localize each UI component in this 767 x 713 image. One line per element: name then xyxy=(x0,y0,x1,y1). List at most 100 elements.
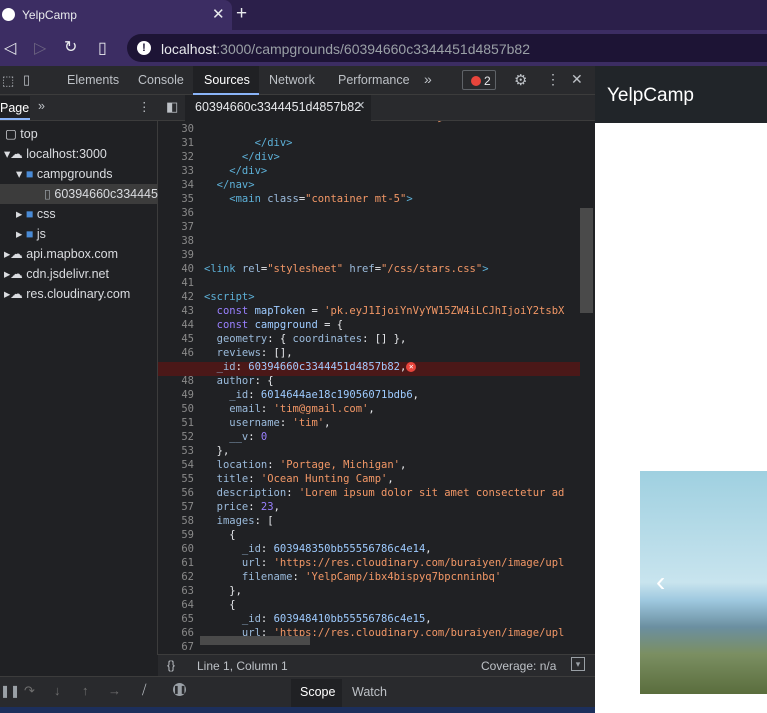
settings-gear-icon[interactable]: ⚙ xyxy=(514,71,527,89)
more-options-icon[interactable]: ⋮ xyxy=(546,71,560,88)
bookmark-icon[interactable]: ▯ xyxy=(98,38,107,58)
line-number[interactable]: 42 xyxy=(181,291,194,303)
tab-scope[interactable]: Scope xyxy=(291,679,342,707)
browser-tab-title: YelpCamp xyxy=(22,8,77,22)
close-devtools-icon[interactable]: ✕ xyxy=(571,71,583,88)
vertical-scrollbar[interactable] xyxy=(580,208,593,313)
line-number[interactable]: 61 xyxy=(181,557,194,569)
site-info-icon[interactable]: ! xyxy=(137,41,151,55)
new-tab-button[interactable]: + xyxy=(236,3,247,25)
line-number[interactable]: 50 xyxy=(181,403,194,415)
tab-scope-label: Scope xyxy=(300,685,336,699)
line-number[interactable]: 43 xyxy=(181,305,194,317)
tree-item-top[interactable]: ▢ top xyxy=(5,126,38,141)
file-icon: ▯ xyxy=(44,187,51,201)
pause-on-exceptions-icon[interactable]: ❚❚ xyxy=(173,683,186,696)
address-bar[interactable]: ! localhost:3000/campgrounds/60394660c33… xyxy=(127,34,767,62)
deactivate-breakpoints-icon[interactable]: ⧸ xyxy=(142,682,146,698)
error-marker-icon[interactable]: ✕ xyxy=(406,362,417,372)
line-number[interactable]: 48 xyxy=(181,375,194,387)
tree-item-cloudinary[interactable]: ▸☁ res.cloudinary.com xyxy=(4,286,130,301)
horizontal-scrollbar[interactable] xyxy=(200,636,310,645)
inspect-icon[interactable]: ⬚ xyxy=(2,73,14,89)
error-count-badge[interactable]: 2 xyxy=(462,70,496,90)
pretty-print-icon[interactable]: {} xyxy=(167,658,175,672)
tree-item-campgrounds[interactable]: ▾ ■ campgrounds xyxy=(16,166,113,181)
line-number[interactable]: 49 xyxy=(181,389,194,401)
line-number[interactable]: 40 xyxy=(181,263,194,275)
globe-icon xyxy=(2,8,15,21)
line-number[interactable]: 45 xyxy=(181,333,194,345)
forward-icon[interactable]: ▷ xyxy=(34,38,46,58)
line-number[interactable]: 54 xyxy=(181,459,194,471)
line-number[interactable]: 37 xyxy=(181,221,194,233)
tree-item-js[interactable]: ▸ ■ js xyxy=(16,226,46,241)
tree-item-jsdelivr[interactable]: ▸☁ cdn.jsdelivr.net xyxy=(4,266,109,281)
line-number[interactable]: 53 xyxy=(181,445,194,457)
line-number[interactable]: 59 xyxy=(181,529,194,541)
line-number[interactable]: 38 xyxy=(181,235,194,247)
line-number[interactable]: 35 xyxy=(181,193,194,205)
tree-item-host[interactable]: ▾☁ localhost:3000 xyxy=(4,146,107,161)
line-number[interactable]: 63 xyxy=(181,585,194,597)
tab-network[interactable]: Network xyxy=(269,73,315,87)
line-number[interactable]: 33 xyxy=(181,165,194,177)
pause-icon[interactable]: ❚❚ xyxy=(0,684,20,698)
browser-tab[interactable]: YelpCamp ✕ xyxy=(0,0,232,30)
more-panels-icon[interactable]: » xyxy=(38,99,45,113)
tab-console[interactable]: Console xyxy=(138,73,184,87)
tab-sources[interactable]: Sources xyxy=(204,73,250,87)
step-out-icon[interactable]: ↑ xyxy=(82,683,89,698)
step-icon[interactable]: → xyxy=(108,683,121,698)
error-icon xyxy=(471,76,481,86)
carousel-prev-icon[interactable]: ‹ xyxy=(656,566,665,598)
code-editor[interactable]: "> </div> </div> </div> </nav> <main cla… xyxy=(202,121,595,649)
close-editor-tab-icon[interactable]: ✕ xyxy=(356,99,365,112)
reload-icon[interactable]: ↻ xyxy=(64,37,77,57)
tab-performance[interactable]: Performance xyxy=(338,73,410,87)
toggle-navigator-icon[interactable]: ◧ xyxy=(166,99,178,115)
step-over-icon[interactable]: ↷ xyxy=(24,683,35,699)
back-icon[interactable]: ◁ xyxy=(4,38,16,58)
site-brand[interactable]: YelpCamp xyxy=(607,85,694,107)
line-number[interactable]: 39 xyxy=(181,249,194,261)
line-number[interactable]: 34 xyxy=(181,179,194,191)
tree-item-mapbox[interactable]: ▸☁ api.mapbox.com xyxy=(4,246,118,261)
editor-tab[interactable]: 60394660c3344451d4857b82 ✕ xyxy=(185,95,371,121)
line-number[interactable]: 56 xyxy=(181,487,194,499)
line-number[interactable]: 62 xyxy=(181,571,194,583)
cloud-icon: ☁ xyxy=(10,267,23,281)
line-number[interactable]: 46 xyxy=(181,347,194,359)
cloud-icon: ☁ xyxy=(10,287,23,301)
line-number[interactable]: 41 xyxy=(181,277,194,289)
tab-elements[interactable]: Elements xyxy=(67,73,119,87)
tab-page[interactable]: Page xyxy=(0,96,30,120)
line-number[interactable]: 32 xyxy=(181,151,194,163)
line-number[interactable]: 60 xyxy=(181,543,194,555)
line-number[interactable]: 64 xyxy=(181,599,194,611)
tab-watch[interactable]: Watch xyxy=(352,685,387,699)
address-url: localhost:3000/campgrounds/60394660c3344… xyxy=(161,41,530,57)
line-number[interactable]: 30 xyxy=(181,123,194,135)
line-number[interactable]: 58 xyxy=(181,515,194,527)
editor-tab-label: 60394660c3344451d4857b82 xyxy=(195,100,362,114)
tree-item-css[interactable]: ▸ ■ css xyxy=(16,206,56,221)
line-number[interactable]: 31 xyxy=(181,137,194,149)
line-number[interactable]: 57 xyxy=(181,501,194,513)
line-number[interactable]: 52 xyxy=(181,431,194,443)
line-number[interactable]: 51 xyxy=(181,417,194,429)
line-number[interactable]: 44 xyxy=(181,319,194,331)
tree-item-file[interactable]: ▯ 60394660c334445 xyxy=(44,186,158,201)
line-number[interactable]: 55 xyxy=(181,473,194,485)
line-number[interactable]: 36 xyxy=(181,207,194,219)
more-tabs-icon[interactable]: » xyxy=(424,71,432,87)
error-count: 2 xyxy=(484,74,491,88)
line-number[interactable]: 67 xyxy=(181,641,194,653)
step-into-icon[interactable]: ↓ xyxy=(54,683,61,698)
navigator-menu-icon[interactable]: ⋮ xyxy=(138,99,151,114)
line-number[interactable]: 65 xyxy=(181,613,194,625)
device-toolbar-icon[interactable]: ▯ xyxy=(23,72,30,88)
close-tab-icon[interactable]: ✕ xyxy=(212,5,225,23)
drawer-toggle-icon[interactable]: ▾ xyxy=(571,657,585,671)
line-number[interactable]: 66 xyxy=(181,627,194,639)
